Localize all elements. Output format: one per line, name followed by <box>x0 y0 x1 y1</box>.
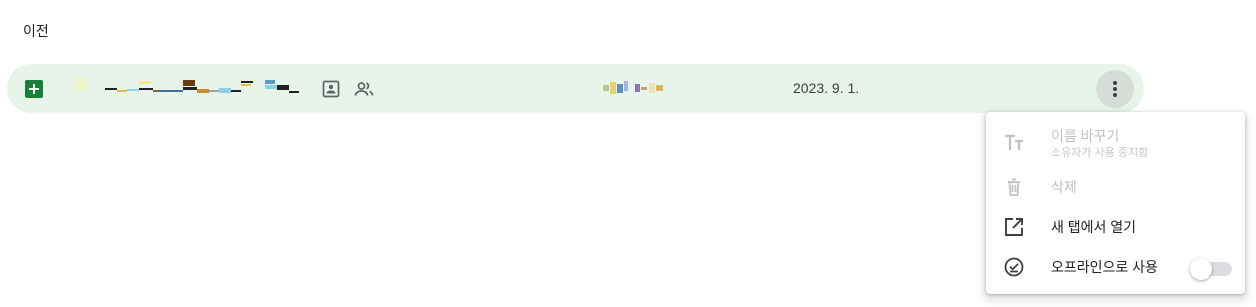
more-vert-icon <box>1113 81 1117 85</box>
menu-item-delete[interactable]: 삭제 <box>986 174 1245 200</box>
modified-date: 2023. 9. 1. <box>793 80 860 96</box>
more-actions-button[interactable] <box>1096 70 1134 108</box>
trash-icon <box>1003 176 1025 198</box>
context-menu: 이름 바꾸기 소유자가 사용 중지함 삭제 새 탭에서 열기 오프라인으로 사용 <box>986 112 1245 294</box>
text-format-icon <box>1003 132 1025 154</box>
toggle-knob <box>1190 258 1212 280</box>
menu-item-rename[interactable]: 이름 바꾸기 소유자가 사용 중지함 <box>986 124 1245 164</box>
people-icon <box>353 78 375 100</box>
open-in-new-icon <box>1003 216 1025 238</box>
file-name[interactable] <box>75 78 305 100</box>
owner-name <box>603 81 665 95</box>
menu-item-label: 삭제 <box>1051 179 1077 195</box>
menu-item-open-in-new-tab[interactable]: 새 탭에서 열기 <box>986 214 1245 240</box>
section-title: 이전 <box>23 23 49 39</box>
menu-item-sublabel: 소유자가 사용 중지함 <box>1051 147 1149 159</box>
menu-item-label: 새 탭에서 열기 <box>1051 219 1137 235</box>
menu-item-offline[interactable]: 오프라인으로 사용 <box>986 254 1245 280</box>
offline-pin-icon <box>1003 256 1025 278</box>
file-row[interactable]: 2023. 9. 1. <box>7 64 1144 113</box>
contact-card-icon <box>320 78 342 100</box>
offline-toggle[interactable] <box>1190 258 1234 280</box>
menu-item-label: 이름 바꾸기 <box>1051 128 1120 144</box>
google-sheets-icon <box>25 80 43 98</box>
menu-item-label: 오프라인으로 사용 <box>1051 259 1158 275</box>
